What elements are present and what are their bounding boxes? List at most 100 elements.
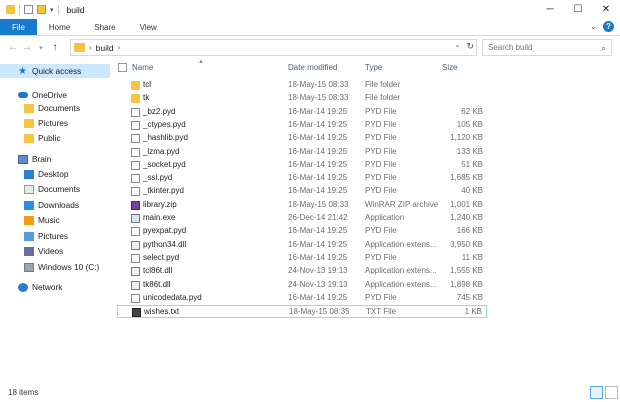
file-date: 16-Mar-14 19:25 bbox=[288, 252, 348, 262]
nav-item[interactable]: OneDrive bbox=[0, 88, 110, 102]
cloud-icon bbox=[18, 92, 28, 98]
column-header-date[interactable]: Date modified bbox=[288, 63, 337, 72]
file-name: _ssl.pyd bbox=[143, 173, 173, 183]
help-icon[interactable]: ? bbox=[603, 21, 614, 32]
drive-icon bbox=[24, 262, 34, 272]
file-row[interactable]: unicodedata.pyd 16-Mar-14 19:25 PYD File 74… bbox=[117, 292, 487, 305]
file-row[interactable]: _bz2.pyd 16-Mar-14 19:25 PYD File 62 KB bbox=[117, 106, 487, 119]
file-date: 18-May-15 08:33 bbox=[288, 80, 349, 89]
file-date: 16-Mar-14 19:25 bbox=[288, 159, 348, 169]
address-dropdown-icon[interactable]: ⌄ bbox=[455, 41, 461, 52]
large-icons-view-button[interactable] bbox=[605, 386, 618, 399]
nav-item[interactable]: Documents bbox=[0, 101, 110, 115]
exe-icon bbox=[131, 214, 140, 223]
breadcrumb-separator-icon[interactable]: › bbox=[89, 43, 92, 52]
customize-dropdown-icon[interactable]: ▾ bbox=[50, 6, 54, 14]
file-date: 18-May-15 08:33 bbox=[288, 199, 349, 209]
file-type: PYD File bbox=[365, 173, 397, 183]
expand-ribbon-icon[interactable]: ⌄ bbox=[590, 22, 597, 31]
file-row[interactable]: _socket.pyd 16-Mar-14 19:25 PYD File 51 KB bbox=[117, 159, 487, 172]
archive-icon bbox=[131, 200, 140, 210]
file-icon bbox=[131, 293, 140, 303]
nav-item[interactable]: Pictures bbox=[0, 116, 110, 130]
file-row[interactable]: wishes.txt 18-May-15 08:35 TXT File 1 KB bbox=[117, 305, 487, 319]
file-row[interactable]: tcl 18-May-15 08:33 File folder bbox=[117, 79, 487, 92]
file-row[interactable]: python34.dll 16-Mar-14 19:25 Application e… bbox=[117, 239, 487, 252]
breadcrumb[interactable]: build bbox=[96, 43, 114, 53]
file-size: 1,898 KB bbox=[450, 279, 483, 289]
new-folder-icon[interactable] bbox=[37, 5, 46, 14]
folder-icon bbox=[24, 103, 34, 113]
nav-item[interactable]: Brain bbox=[0, 152, 110, 166]
file-name: _hashlib.pyd bbox=[143, 133, 188, 143]
file-icon bbox=[131, 253, 140, 263]
nav-item[interactable]: ★ Quick access bbox=[0, 64, 110, 78]
file-name: pyexpat.pyd bbox=[143, 226, 187, 236]
maximize-button[interactable]: ☐ bbox=[564, 0, 592, 19]
pictures-icon bbox=[24, 231, 34, 241]
recent-locations-icon[interactable]: ▾ bbox=[34, 44, 48, 52]
file-row[interactable]: _tkinter.pyd 16-Mar-14 19:25 PYD File 40 KB bbox=[117, 185, 487, 198]
nav-item[interactable]: Videos bbox=[0, 244, 110, 258]
nav-item[interactable]: Pictures bbox=[0, 229, 110, 243]
txt-icon bbox=[132, 308, 141, 318]
address-bar[interactable]: › build › ⌄ ↻ bbox=[70, 39, 477, 56]
search-input[interactable] bbox=[488, 43, 588, 52]
details-view-button[interactable] bbox=[590, 386, 603, 399]
breadcrumb-separator-icon[interactable]: › bbox=[118, 43, 121, 52]
file-row[interactable]: pyexpat.pyd 16-Mar-14 19:25 PYD File 166 KB bbox=[117, 225, 487, 238]
file-row[interactable]: _ctypes.pyd 16-Mar-14 19:25 PYD File 105 KB bbox=[117, 119, 487, 132]
search-icon: ⌕ bbox=[600, 43, 606, 53]
tab-file[interactable]: File bbox=[0, 19, 37, 35]
file-row[interactable]: library.zip 18-May-15 08:33 WinRAR ZIP arc… bbox=[117, 199, 487, 212]
nav-item[interactable]: Documents bbox=[0, 182, 110, 196]
minimize-button[interactable]: ─ bbox=[536, 0, 564, 19]
file-row[interactable]: main.exe 26-Dec-14 21:42 Application 1,240 … bbox=[117, 212, 487, 225]
close-button[interactable]: ✕ bbox=[592, 0, 620, 19]
nav-item-label: Pictures bbox=[38, 118, 68, 128]
select-all-checkbox[interactable] bbox=[118, 63, 127, 72]
star-icon: ★ bbox=[18, 65, 27, 77]
properties-icon[interactable] bbox=[24, 5, 33, 14]
tab-share[interactable]: Share bbox=[82, 19, 127, 35]
file-size: 1,120 KB bbox=[450, 133, 483, 143]
file-name: python34.dll bbox=[143, 239, 187, 249]
item-count: 18 items bbox=[8, 388, 39, 397]
nav-item-label: Pictures bbox=[38, 231, 68, 241]
file-size: 40 KB bbox=[461, 186, 483, 196]
nav-item[interactable]: Network bbox=[0, 280, 110, 294]
tab-view[interactable]: View bbox=[128, 19, 169, 35]
file-name: _socket.pyd bbox=[143, 159, 186, 169]
nav-item[interactable]: Downloads bbox=[0, 198, 110, 212]
navigation-pane: ★ Quick access OneDrive Documents Pictures Pu… bbox=[0, 60, 110, 382]
file-row[interactable]: _hashlib.pyd 16-Mar-14 19:25 PYD File 1,120… bbox=[117, 132, 487, 145]
forward-icon[interactable]: → bbox=[20, 42, 34, 53]
file-row[interactable]: tk86t.dll 24-Nov-13 19:13 Application exte… bbox=[117, 279, 487, 292]
file-row[interactable]: tcl86t.dll 24-Nov-13 19:13 Application ext… bbox=[117, 265, 487, 278]
refresh-icon[interactable]: ↻ bbox=[466, 41, 474, 52]
file-row[interactable]: tk 18-May-15 08:33 File folder bbox=[117, 92, 487, 105]
folder-icon[interactable] bbox=[6, 5, 15, 14]
column-header-type[interactable]: Type bbox=[365, 63, 382, 72]
nav-item[interactable]: Desktop bbox=[0, 167, 110, 181]
computer-icon bbox=[18, 154, 28, 164]
column-header-name[interactable]: Name bbox=[132, 63, 153, 72]
file-row[interactable]: select.pyd 16-Mar-14 19:25 PYD File 11 KB bbox=[117, 252, 487, 265]
file-name: _lzma.pyd bbox=[143, 146, 180, 156]
dll-icon bbox=[131, 280, 140, 290]
file-icon bbox=[131, 134, 140, 144]
column-header-size[interactable]: Size bbox=[442, 63, 458, 72]
search-box[interactable]: ⌕ bbox=[482, 39, 612, 56]
nav-item[interactable]: Public bbox=[0, 131, 110, 145]
nav-item[interactable]: Music bbox=[0, 213, 110, 227]
desktop-icon bbox=[24, 169, 34, 179]
file-row[interactable]: _ssl.pyd 16-Mar-14 19:25 PYD File 1,685 KB bbox=[117, 172, 487, 185]
back-icon[interactable]: ← bbox=[6, 42, 20, 53]
tab-home[interactable]: Home bbox=[37, 19, 82, 35]
up-icon[interactable]: ↑ bbox=[48, 42, 62, 53]
file-row[interactable]: _lzma.pyd 16-Mar-14 19:25 PYD File 133 KB bbox=[117, 146, 487, 159]
folder-icon bbox=[24, 133, 34, 143]
folder-icon bbox=[131, 94, 140, 104]
file-date: 24-Nov-13 19:13 bbox=[288, 279, 348, 289]
nav-item[interactable]: Windows 10 (C:) bbox=[0, 260, 110, 274]
